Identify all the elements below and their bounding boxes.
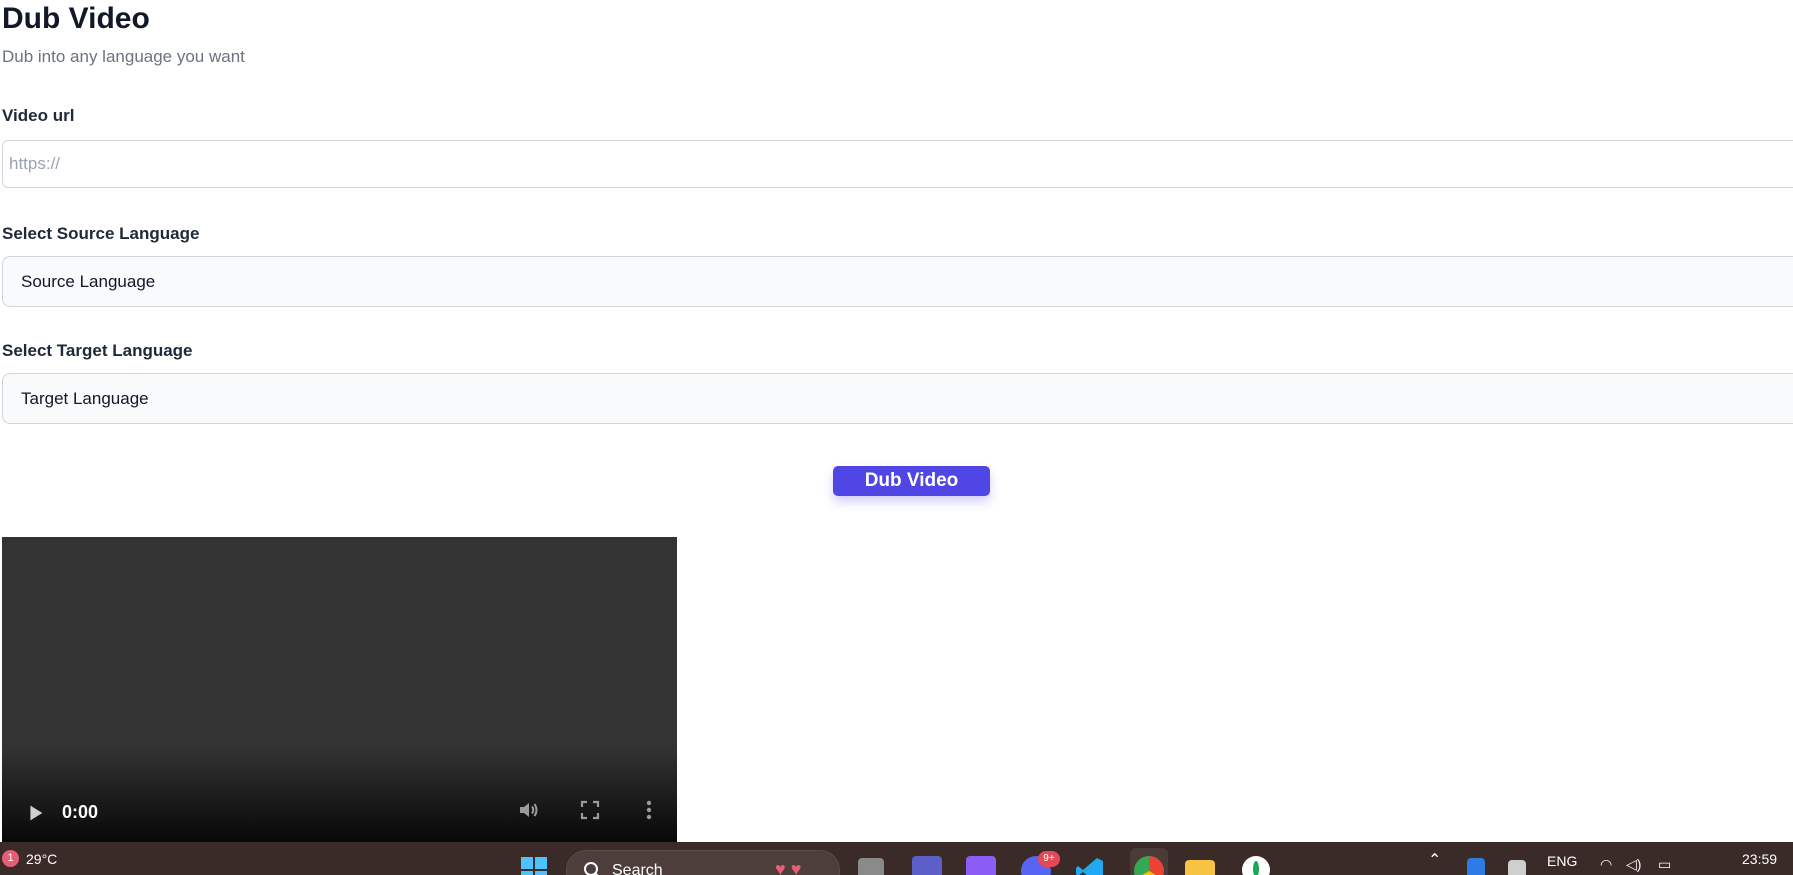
clock[interactable]: 23:59 <box>1742 851 1777 867</box>
more-icon[interactable] <box>639 798 659 822</box>
wifi-icon[interactable]: ◠ <box>1600 856 1612 873</box>
source-language-select[interactable]: Source Language <box>2 256 1793 307</box>
source-language-value: Source Language <box>21 271 156 291</box>
input-language[interactable]: ENG <box>1547 853 1577 869</box>
battery-icon[interactable]: ▭ <box>1658 856 1671 873</box>
target-language-select[interactable]: Target Language <box>2 373 1793 424</box>
play-icon[interactable] <box>24 802 46 824</box>
teams-icon[interactable] <box>912 856 942 875</box>
taskbar-search[interactable]: Search ♥ ♥ <box>566 850 840 875</box>
security-icon[interactable] <box>1467 858 1485 875</box>
taskbar: 1 29°C Search ♥ ♥ 9+ ⌃ ENG ◠ ◁) ▭ 23:59 <box>0 842 1793 875</box>
vscode-icon[interactable] <box>1075 856 1105 875</box>
target-language-value: Target Language <box>21 388 149 408</box>
video-url-input[interactable] <box>2 140 1793 188</box>
start-icon[interactable] <box>520 856 548 875</box>
file-explorer-icon[interactable] <box>1185 860 1215 875</box>
search-label: Search <box>612 862 663 875</box>
mongodb-icon[interactable] <box>1242 856 1270 875</box>
mongodb-leaf <box>1253 861 1259 875</box>
discord-notification-badge: 9+ <box>1038 851 1060 867</box>
clipchamp-icon[interactable] <box>966 856 996 875</box>
chrome-logo <box>1134 856 1164 875</box>
search-icon <box>584 862 599 875</box>
video-controls-gradient <box>2 747 677 842</box>
video-time: 0:00 <box>62 802 99 822</box>
target-language-label: Select Target Language <box>2 341 193 360</box>
speaker-icon[interactable]: ◁) <box>1626 856 1641 873</box>
tray-overflow-icon[interactable]: ⌃ <box>1428 850 1441 870</box>
weather-alert-badge: 1 <box>2 850 19 867</box>
task-view-icon[interactable] <box>858 858 884 875</box>
source-language-label: Select Source Language <box>2 224 200 243</box>
page-title: Dub Video <box>2 2 150 35</box>
weather-temperature: 29°C <box>26 851 58 867</box>
video-player[interactable]: 0:00 <box>2 537 677 842</box>
page-subtitle: Dub into any language you want <box>2 47 245 66</box>
dub-video-button[interactable]: Dub Video <box>833 466 990 496</box>
tray-app-icon[interactable] <box>1508 860 1526 875</box>
chrome-icon[interactable] <box>1130 848 1168 875</box>
video-url-label: Video url <box>2 106 75 125</box>
search-highlight-icon: ♥ ♥ <box>775 859 802 875</box>
volume-icon[interactable] <box>517 798 541 822</box>
fullscreen-icon[interactable] <box>578 798 602 822</box>
